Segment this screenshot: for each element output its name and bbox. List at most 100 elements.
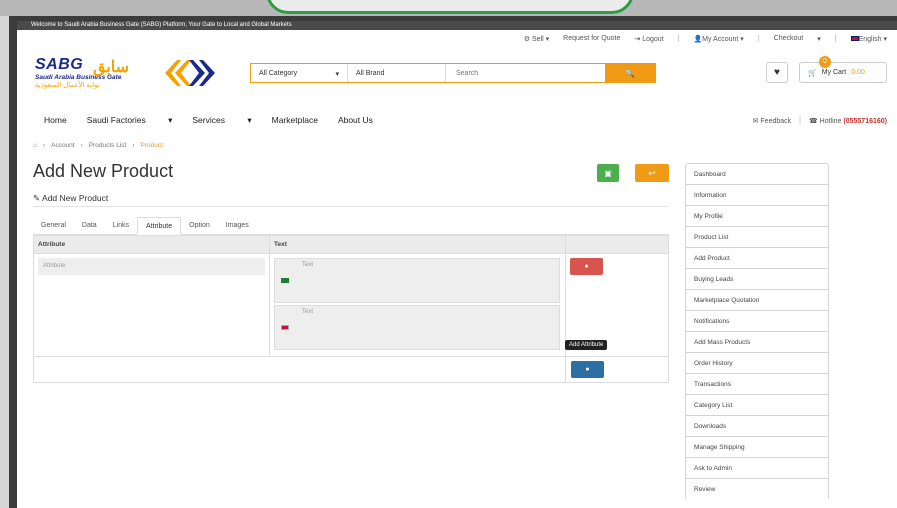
sidebar-item-downloads[interactable]: Downloads <box>685 415 829 436</box>
reply-icon: ↩ <box>648 167 656 178</box>
sidebar-item-product-list[interactable]: Product List <box>685 226 829 247</box>
overlay-pill <box>266 0 634 14</box>
currency-dropdown[interactable]: ▾ <box>817 35 821 43</box>
text-english-field[interactable]: Text <box>274 305 560 350</box>
plus-circle-icon: ● <box>585 366 590 373</box>
remove-attribute-button[interactable]: ● <box>570 258 603 275</box>
logout-label: Logout <box>642 36 664 43</box>
nav-about-us[interactable]: About Us <box>338 115 373 126</box>
hotline-link[interactable]: ☎ Hotline (0555716160) <box>809 117 887 125</box>
tab-images[interactable]: Images <box>218 217 257 234</box>
hotline-label: Hotline <box>819 118 842 125</box>
cart-button[interactable]: 0 🛒 My Cart 0.00 <box>799 56 887 83</box>
search-button[interactable]: 🔍 <box>605 64 655 82</box>
breadcrumb-account[interactable]: Account <box>51 142 75 149</box>
sidebar-item-information[interactable]: Information <box>685 184 829 205</box>
cart-amount: 0.00 <box>851 69 865 76</box>
nav-services-label: Services <box>192 115 225 125</box>
divider <box>33 206 669 207</box>
chevron-right-icon: › <box>42 142 46 149</box>
add-attribute-tooltip: Add Attribute <box>565 340 608 350</box>
top-links: ⚙ Sell ▾ Request for Quote ⇥ Logout | 👤M… <box>524 35 887 43</box>
search-input[interactable] <box>446 64 605 82</box>
nav-services[interactable]: Services ▾ <box>192 115 251 126</box>
sell-link[interactable]: ⚙ Sell ▾ <box>524 35 549 43</box>
language-dropdown[interactable]: English ▾ <box>850 35 887 43</box>
saudi-flag-icon <box>281 278 289 283</box>
pencil-icon: ✎ <box>33 193 41 203</box>
sidebar-item-my-profile[interactable]: My Profile <box>685 205 829 226</box>
text-cell: Text Text <box>269 253 566 357</box>
feedback-link[interactable]: ✉ Feedback <box>753 117 792 125</box>
cart-icon: 🛒 <box>808 69 817 77</box>
sidebar-item-marketplace-quotation[interactable]: Marketplace Quotation <box>685 289 829 310</box>
home-icon[interactable]: ⌂ <box>33 142 37 149</box>
nav-saudi-factories-label: Saudi Factories <box>86 115 146 125</box>
nav-marketplace[interactable]: Marketplace <box>272 115 318 126</box>
add-attribute-button[interactable]: ● <box>571 361 604 378</box>
sidebar-item-review[interactable]: Review <box>685 478 829 499</box>
floppy-icon: ▣ <box>604 168 612 178</box>
account-link[interactable]: 👤My Account ▾ <box>693 35 743 43</box>
sidebar-item-transactions[interactable]: Transactions <box>685 373 829 394</box>
breadcrumb: ⌂ › Account › Products List › Product <box>33 142 163 149</box>
tab-general[interactable]: General <box>33 217 74 234</box>
nav-saudi-factories[interactable]: Saudi Factories ▾ <box>87 115 173 126</box>
right-nav: ✉ Feedback | ☎ Hotline (0555716160) <box>753 117 887 125</box>
search-icon: 🔍 <box>625 68 635 78</box>
nav-home[interactable]: Home <box>44 115 67 126</box>
rfq-link[interactable]: Request for Quote <box>563 35 620 43</box>
chevron-right-icon: › <box>132 142 135 149</box>
hotline-phone: (0555716160) <box>843 118 887 125</box>
text-placeholder: Text <box>302 309 314 315</box>
sidebar-item-dashboard[interactable]: Dashboard <box>685 163 829 184</box>
logo-arrows-icon <box>165 60 215 86</box>
minus-circle-icon: ● <box>584 263 589 270</box>
sidebar-item-ask-to-admin[interactable]: Ask to Admin <box>685 457 829 478</box>
sidebar-item-buying-leads[interactable]: Buying Leads <box>685 268 829 289</box>
page: ⚙ Sell ▾ Request for Quote ⇥ Logout | 👤M… <box>17 22 897 508</box>
uk-flag-icon <box>281 325 289 330</box>
column-header-text: Text <box>269 235 566 254</box>
brand-select[interactable]: All Brand <box>348 64 446 82</box>
caret-down-icon: ▾ <box>335 71 339 78</box>
attribute-input[interactable]: Attribute <box>38 258 265 275</box>
attribute-table: Attribute Text Attribute Text Text ● ● <box>33 235 669 383</box>
account-label: My Account <box>702 36 739 43</box>
page-title: Add New Product <box>33 161 174 181</box>
heart-icon: ♥ <box>774 67 780 78</box>
sidebar-item-notifications[interactable]: Notifications <box>685 310 829 331</box>
logo[interactable]: SABG Saudi Arabia Business Gate بوابة ال… <box>35 56 235 96</box>
category-value: All Category <box>259 70 298 77</box>
attribute-cell: Attribute <box>33 253 270 357</box>
sell-label: Sell <box>532 36 544 43</box>
tab-attribute[interactable]: Attribute <box>137 217 182 235</box>
tab-option[interactable]: Option <box>181 217 218 234</box>
footer-spacer <box>33 356 566 383</box>
sidebar-item-order-history[interactable]: Order History <box>685 352 829 373</box>
main-nav: Home Saudi Factories ▾ Services ▾ Market… <box>44 115 393 126</box>
tab-data[interactable]: Data <box>74 217 105 234</box>
back-button[interactable]: ↩ <box>635 164 669 182</box>
divider: | <box>834 35 837 42</box>
column-header-actions <box>565 235 669 254</box>
text-placeholder: Text <box>302 262 314 268</box>
breadcrumb-product[interactable]: Product <box>141 142 163 149</box>
sidebar-item-add-product[interactable]: Add Product <box>685 247 829 268</box>
tab-links[interactable]: Links <box>105 217 137 234</box>
divider: | <box>677 35 680 42</box>
wishlist-button[interactable]: ♥ <box>766 62 788 83</box>
breadcrumb-products-list[interactable]: Products List <box>89 142 127 149</box>
section-subtitle: ✎ Add New Product <box>33 193 108 204</box>
save-button[interactable]: ▣ <box>597 164 619 182</box>
chevron-right-icon: › <box>80 142 83 149</box>
sidebar-item-manage-shipping[interactable]: Manage Shipping <box>685 436 829 457</box>
logout-link[interactable]: ⇥ Logout <box>634 35 663 43</box>
sidebar-item-category-list[interactable]: Category List <box>685 394 829 415</box>
text-arabic-field[interactable]: Text <box>274 258 560 303</box>
checkout-link[interactable]: Checkout <box>774 35 804 43</box>
logo-arabic-abbr: سابق <box>93 59 130 76</box>
divider: | <box>799 117 801 124</box>
category-select[interactable]: All Category ▾ <box>251 64 348 82</box>
sidebar-item-add-mass-products[interactable]: Add Mass Products <box>685 331 829 352</box>
